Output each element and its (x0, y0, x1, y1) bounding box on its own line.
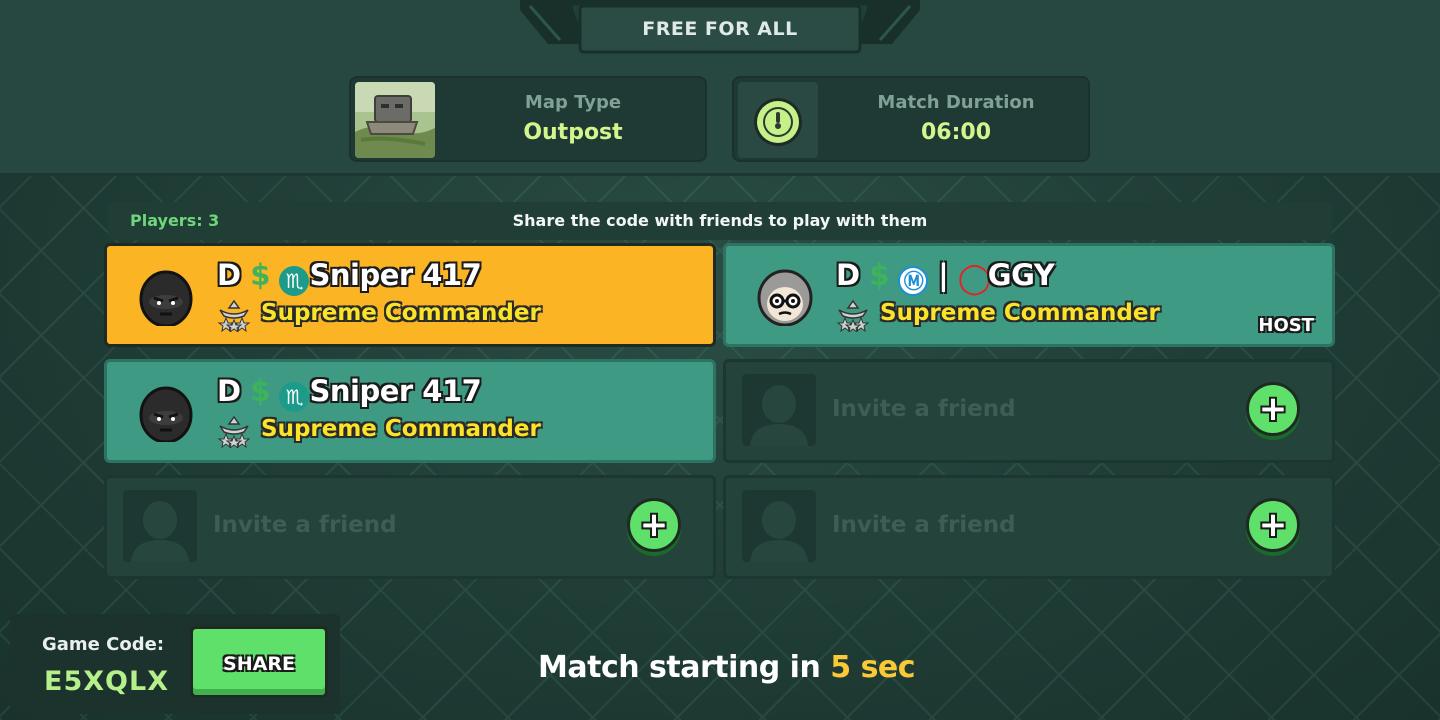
rank-stars-icon (217, 299, 251, 332)
invite-text: Invite a friend (832, 396, 1016, 422)
map-type-label: Map Type (524, 92, 622, 113)
map-type-card: Map Type Outpost (349, 76, 707, 162)
mode-banner: FREE FOR ALL (520, 0, 920, 58)
name-separator: | (938, 258, 949, 292)
plus-icon: + (639, 505, 669, 545)
player-name-text: Sniper 417 (309, 258, 482, 292)
player-rank: Supreme Commander (880, 300, 1160, 326)
match-duration-card: Match Duration 06:00 (732, 76, 1090, 162)
invite-slot[interactable]: Invite a friend + (723, 359, 1335, 463)
player-slot-3[interactable]: D $ ♏ Sniper 417 Supreme Commander (104, 359, 716, 463)
masked-avatar-icon (139, 270, 193, 326)
share-button[interactable]: SHARE (190, 626, 328, 698)
player-name-prefix: D (217, 374, 241, 408)
match-duration-value: 06:00 (920, 120, 992, 145)
empty-avatar-icon (742, 490, 816, 562)
masked-avatar-icon (139, 386, 193, 442)
player-name: D $ Ⓜ | ◯GGY (836, 258, 1055, 296)
game-code-value: E5XQLX (44, 666, 170, 697)
player-slot-host[interactable]: D $ Ⓜ | ◯GGY Supreme Commander HOST (723, 243, 1335, 347)
invite-plus-button[interactable]: + (627, 498, 681, 552)
mode-title: FREE FOR ALL (642, 18, 798, 40)
invite-plus-button[interactable]: + (1246, 498, 1300, 552)
share-button-label: SHARE (223, 653, 295, 675)
map-thumbnail (355, 82, 435, 158)
player-name-text: GGY (987, 258, 1055, 292)
player-name: D $ ♏ Sniper 417 (217, 258, 482, 296)
player-slot-self[interactable]: D $ ♏ Sniper 417 Supreme Commander (104, 243, 716, 347)
invite-text: Invite a friend (832, 512, 1016, 538)
player-rank: Supreme Commander (261, 416, 541, 442)
invite-slot[interactable]: Invite a friend + (723, 475, 1335, 579)
countdown-value: 5 sec (830, 650, 916, 685)
red-circle-icon: ◯ (957, 261, 992, 296)
player-name: D $ ♏ Sniper 417 (217, 374, 482, 412)
game-code-label: Game Code: (42, 634, 165, 655)
share-hint: Share the code with friends to play with… (512, 211, 928, 230)
match-duration-label: Match Duration (877, 92, 1035, 113)
player-rank: Supreme Commander (261, 300, 541, 326)
empty-avatar-icon (123, 490, 197, 562)
scorpio-badge-icon: ♏ (279, 266, 310, 296)
invite-plus-button[interactable]: + (1246, 382, 1300, 436)
metro-badge-icon: Ⓜ (898, 266, 929, 296)
player-name-prefix: D (217, 258, 241, 292)
rank-stars-icon (217, 415, 251, 448)
invite-text: Invite a friend (213, 512, 397, 538)
granny-avatar-icon (757, 269, 813, 326)
countdown-text: Match starting in (538, 650, 831, 685)
players-header: Players: 3 Share the code with friends t… (108, 202, 1332, 240)
match-countdown: Match starting in 5 sec (538, 650, 916, 685)
map-type-value: Outpost (523, 120, 623, 145)
host-badge: HOST (1258, 315, 1314, 336)
rank-stars-icon (836, 299, 870, 332)
money-symbol: $ (250, 258, 270, 292)
timer-icon (738, 82, 818, 158)
invite-slot[interactable]: Invite a friend + (104, 475, 716, 579)
player-name-prefix: D (836, 258, 860, 292)
money-symbol: $ (250, 374, 270, 408)
plus-icon: + (1258, 389, 1288, 429)
money-symbol: $ (869, 258, 889, 292)
scorpio-badge-icon: ♏ (279, 382, 310, 412)
empty-avatar-icon (742, 374, 816, 446)
game-code-panel: Game Code: E5XQLX SHARE (10, 614, 340, 714)
player-name-text: Sniper 417 (309, 374, 482, 408)
plus-icon: + (1258, 505, 1288, 545)
